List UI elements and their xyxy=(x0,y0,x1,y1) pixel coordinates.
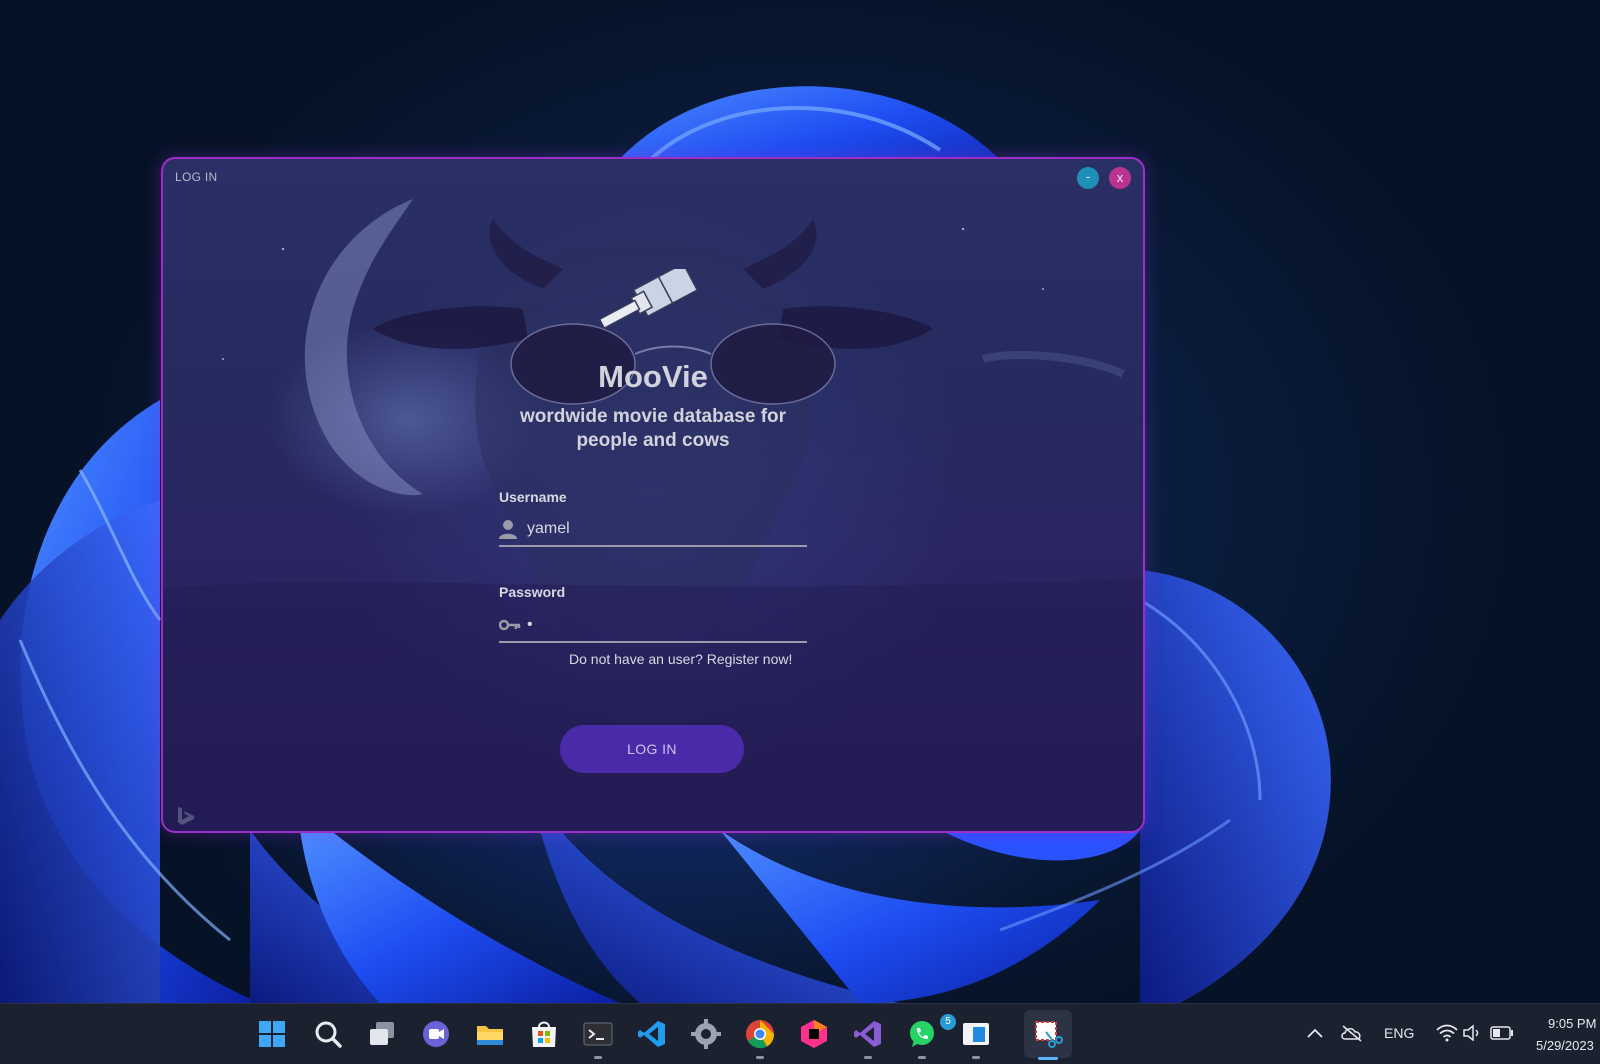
onedrive-offline-icon[interactable] xyxy=(1340,1024,1364,1042)
chrome-running-indicator xyxy=(756,1056,764,1059)
whatsapp-notification-badge: 5 xyxy=(940,1014,956,1030)
clock-date[interactable]: 5/29/2023 xyxy=(1536,1038,1594,1053)
login-button[interactable]: LOG IN xyxy=(560,725,744,773)
notepad-icon[interactable] xyxy=(960,1018,992,1050)
terminal-icon[interactable] xyxy=(582,1018,614,1050)
username-label: Username xyxy=(499,489,567,505)
terminal-running-indicator xyxy=(594,1056,602,1059)
teams-chat-icon[interactable] xyxy=(420,1018,452,1050)
camera-logo-icon xyxy=(598,269,699,330)
bing-logo-icon xyxy=(178,807,194,825)
user-icon xyxy=(499,520,517,539)
username-field[interactable] xyxy=(499,513,807,547)
password-input[interactable] xyxy=(525,613,804,637)
snipping-tool-active-indicator xyxy=(1038,1057,1058,1060)
jetbrains-toolbox-icon[interactable] xyxy=(798,1018,830,1050)
language-indicator[interactable]: ENG xyxy=(1384,1025,1414,1041)
close-button[interactable]: x xyxy=(1109,167,1131,189)
notepad-running-indicator xyxy=(972,1056,980,1059)
whatsapp-running-indicator xyxy=(918,1056,926,1059)
login-window: LOG IN - x MooVie wordwide movie databas… xyxy=(161,157,1145,833)
vscode-icon[interactable] xyxy=(636,1018,668,1050)
search-icon[interactable] xyxy=(312,1018,344,1050)
app-name: MooVie xyxy=(598,359,708,394)
file-explorer-icon[interactable] xyxy=(474,1018,506,1050)
clock-time[interactable]: 9:05 PM xyxy=(1548,1016,1596,1031)
snipping-tool-icon[interactable] xyxy=(1032,1018,1064,1050)
window-title: LOG IN xyxy=(175,170,218,184)
battery-icon[interactable] xyxy=(1490,1026,1514,1040)
chevron-up-icon[interactable] xyxy=(1306,1026,1324,1040)
start-icon[interactable] xyxy=(256,1018,288,1050)
password-field[interactable] xyxy=(499,609,807,643)
task-view-icon[interactable] xyxy=(366,1018,398,1050)
whatsapp-icon[interactable] xyxy=(906,1018,938,1050)
app-tagline: wordwide movie database for people and c… xyxy=(519,406,787,451)
username-input[interactable] xyxy=(525,517,804,541)
password-label: Password xyxy=(499,584,566,600)
microsoft-store-icon[interactable] xyxy=(528,1018,560,1050)
register-link[interactable]: Do not have an user? Register now! xyxy=(569,651,792,667)
visual-studio-running-indicator xyxy=(864,1056,872,1059)
visual-studio-icon[interactable] xyxy=(852,1018,884,1050)
wifi-icon[interactable] xyxy=(1436,1024,1458,1042)
taskbar: 5 ENG 9:05 PM 5/29/2023 xyxy=(0,1003,1600,1064)
key-icon xyxy=(499,619,521,631)
minimize-button[interactable]: - xyxy=(1077,167,1099,189)
chrome-icon[interactable] xyxy=(744,1018,776,1050)
volume-icon[interactable] xyxy=(1462,1024,1482,1042)
settings-icon[interactable] xyxy=(690,1018,722,1050)
